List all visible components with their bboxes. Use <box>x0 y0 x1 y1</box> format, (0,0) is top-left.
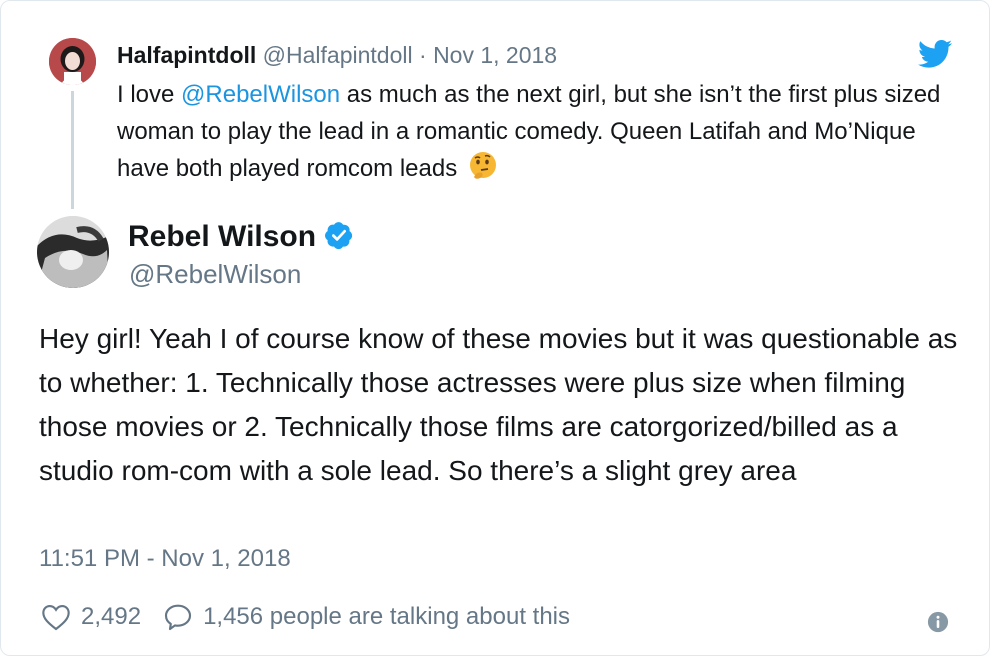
tweet-timestamp[interactable]: 11:51 PM - Nov 1, 2018 <box>39 543 291 575</box>
tweet-embed-card: Halfapintdoll @Halfapintdoll · Nov 1, 20… <box>0 0 990 656</box>
talking-count[interactable]: 1,456 people are talking about this <box>203 603 570 631</box>
main-display-name[interactable]: Rebel Wilson <box>128 217 354 257</box>
parent-tweet-header: Halfapintdoll @Halfapintdoll · Nov 1, 20… <box>117 40 557 70</box>
twitter-bird-icon[interactable] <box>918 39 952 69</box>
parent-display-name[interactable]: Halfapintdoll <box>117 42 256 68</box>
parent-text-before: I love <box>117 81 182 108</box>
avatar[interactable] <box>49 38 96 85</box>
parent-date[interactable]: Nov 1, 2018 <box>433 42 557 68</box>
parent-handle[interactable]: @Halfapintdoll <box>263 42 413 68</box>
info-icon[interactable] <box>927 611 949 633</box>
verified-badge-icon <box>325 222 353 250</box>
separator-dot: · <box>419 42 427 68</box>
parent-tweet-text: I love @RebelWilson as much as the next … <box>117 76 962 187</box>
like-count[interactable]: 2,492 <box>81 603 141 631</box>
tweet-actions: 2,492 1,456 people are talking about thi… <box>39 599 570 635</box>
mention-link[interactable]: @RebelWilson <box>181 81 340 108</box>
main-tweet-text: Hey girl! Yeah I of course know of these… <box>39 323 958 486</box>
thread-line <box>71 91 74 209</box>
speech-bubble-icon[interactable] <box>161 601 195 633</box>
heart-icon[interactable] <box>39 601 73 633</box>
main-handle[interactable]: @RebelWilson <box>129 258 301 290</box>
avatar[interactable] <box>37 216 109 288</box>
thinking-face-icon <box>470 152 497 179</box>
display-name-text[interactable]: Rebel Wilson <box>128 220 316 253</box>
